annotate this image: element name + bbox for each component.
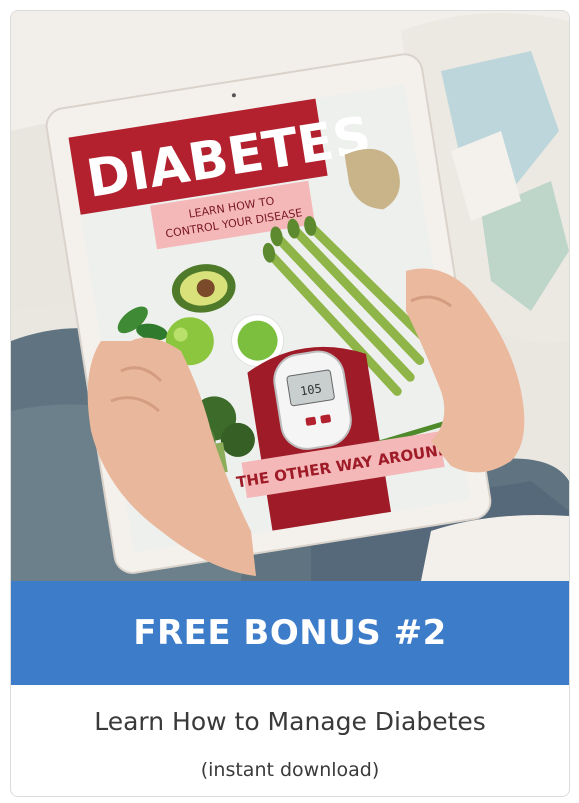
bonus-card: DIABETES LEARN HOW TO CONTROL YOUR DISEA… (10, 10, 570, 797)
bonus-banner: FREE BONUS #2 (11, 581, 569, 685)
bonus-note: (instant download) (200, 759, 380, 781)
product-photo: DIABETES LEARN HOW TO CONTROL YOUR DISEA… (11, 11, 569, 581)
bonus-title: Learn How to Manage Diabetes (94, 707, 486, 736)
bonus-label: FREE BONUS #2 (133, 613, 447, 653)
